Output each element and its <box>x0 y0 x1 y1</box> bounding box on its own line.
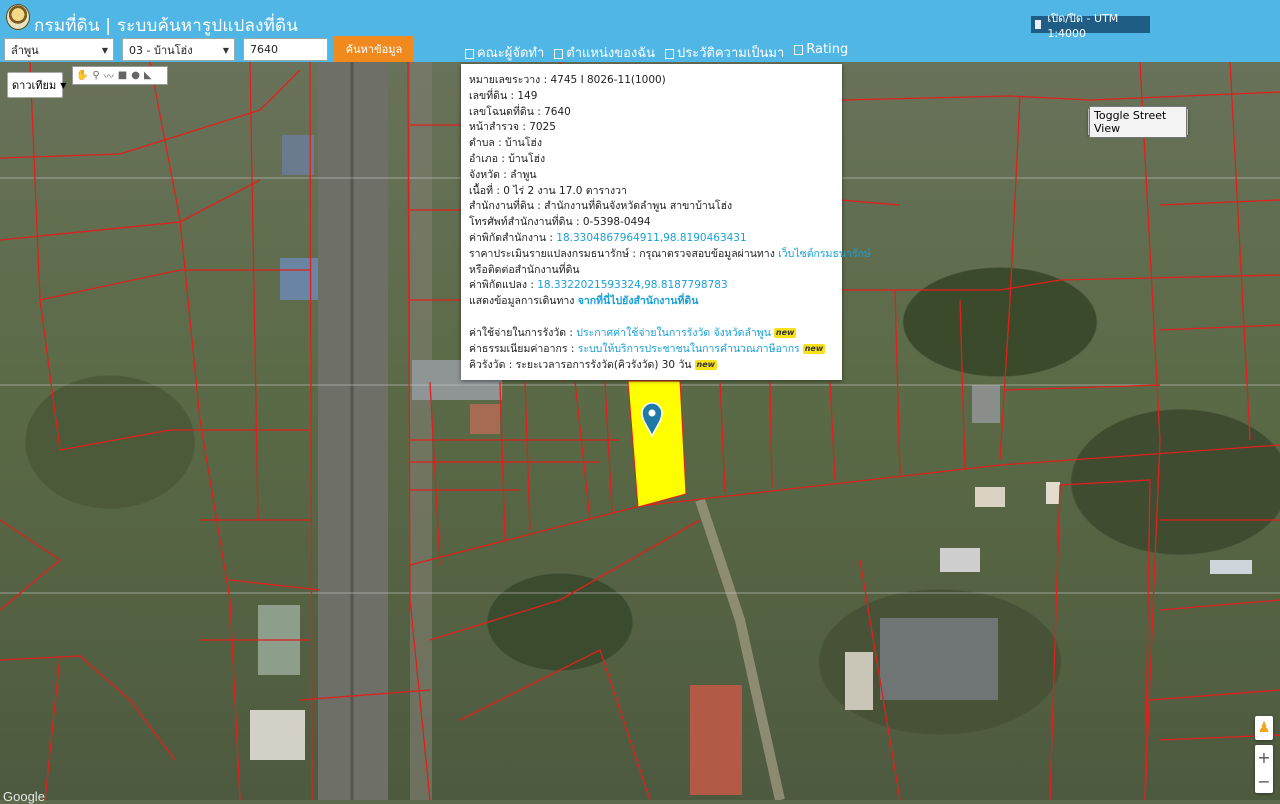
survey-queue-text: คิวรังวัด : ระยะเวลารอการรังวัด(คิวรังวั… <box>469 358 692 371</box>
survey-fee-link[interactable]: ประกาศค่าใช้จ่ายในการรังวัด จังหวัดลำพูน <box>576 327 771 339</box>
nav-item-label: ตำแหน่งของฉัน <box>566 46 656 61</box>
polygon-icon[interactable]: ◣ <box>144 70 152 81</box>
province-select-value: ลำพูน <box>11 43 39 57</box>
subdistrict: ตำบล : บ้านโฮ่ง <box>469 137 542 150</box>
map-canvas[interactable]: หมายเลขระวาง : 4745 I 8026-11(1000) เลขท… <box>0 62 1280 800</box>
tax-calculator-link[interactable]: ระบบให้บริการประชาชนในการคำนวณภาษีอากร <box>578 343 800 355</box>
survey-page: หน้าสำรวจ : 7025 <box>469 121 556 134</box>
building <box>1046 482 1060 504</box>
deed-number: เลขโฉนดที่ดิน : 7640 <box>469 105 571 118</box>
selected-parcel[interactable] <box>627 380 687 508</box>
building <box>250 710 305 760</box>
zoom-control: + − <box>1255 745 1273 793</box>
office-phone: โทรศัพท์สำนักงานที่ดิน : 0-5398-0494 <box>469 216 651 229</box>
nav-item-label: คณะผู้จัดทำ <box>477 46 545 61</box>
app-header: กรมที่ดิน | ระบบค้นหารูปแปลงที่ดิน เปิด/… <box>0 0 1280 62</box>
department-logo-icon <box>6 4 30 30</box>
building <box>280 258 318 300</box>
google-logo: Google <box>3 789 45 804</box>
building <box>940 548 980 572</box>
office-coordinates-link[interactable]: 18.3304867964911,98.8190463431 <box>556 232 746 244</box>
new-badge: new <box>773 327 797 338</box>
deed-number-value: 7640 <box>250 43 278 56</box>
nav-links: คณะผู้จัดทำ ตำแหน่งของฉัน ประวัติความเป็… <box>465 42 848 63</box>
drawing-toolbar: ✋ ⚲ 〰 ■ ● ◣ <box>72 66 168 85</box>
land-office: สำนักงานที่ดิน : สำนักงานที่ดินจังหวัดลำ… <box>469 200 733 213</box>
tax-fee: ค่าธรรมเนียมค่าอากร : ระบบให้บริการประชา… <box>469 342 842 358</box>
chevron-down-icon: ▼ <box>60 80 67 90</box>
sheet-number: หมายเลขระวาง : 4745 I 8026-11(1000) <box>469 74 666 86</box>
nav-item-history[interactable]: ประวัติความเป็นมา <box>665 42 784 63</box>
marker-icon[interactable]: ⚲ <box>92 70 99 81</box>
service-road <box>410 62 432 800</box>
checkbox-icon <box>665 48 675 59</box>
utm-toggle-label: เปิด/ปิด - UTM 1:4000 <box>1047 12 1119 40</box>
survey-fee: ค่าใช้จ่ายในการรังวัด : ประกาศค่าใช้จ่าย… <box>469 326 842 342</box>
office-coordinates: ค่าพิกัดสำนักงาน : 18.3304867964911,98.8… <box>469 231 842 247</box>
tax-fee-label: ค่าธรรมเนียมค่าอากร : <box>469 342 578 355</box>
land-number: เลขที่ดิน : 149 <box>469 89 538 102</box>
nav-item-rating[interactable]: Rating <box>794 42 848 63</box>
search-button[interactable]: ค้นหาข้อมูล <box>334 36 414 62</box>
map-type-select[interactable]: ดาวเทียม ▼ <box>7 72 67 98</box>
checkbox-icon <box>794 44 804 55</box>
province: จังหวัด : ลำพูน <box>469 168 537 181</box>
treasury-website-link[interactable]: เว็บไซต์กรมธนารักษ์ <box>778 248 871 260</box>
new-badge: new <box>802 343 826 354</box>
circle-icon[interactable]: ● <box>131 70 140 81</box>
district: อำเภอ : บ้านโฮ่ง <box>469 152 546 165</box>
nav-item-label: ประวัติความเป็นมา <box>677 46 785 61</box>
checkbox-icon[interactable] <box>1035 20 1042 29</box>
building <box>470 404 500 434</box>
parcel-info-popup: หมายเลขระวาง : 4745 I 8026-11(1000) เลขท… <box>461 64 871 380</box>
app-title: กรมที่ดิน | ระบบค้นหารูปแปลงที่ดิน <box>34 16 299 36</box>
utm-toggle[interactable]: เปิด/ปิด - UTM 1:4000 <box>1031 12 1150 40</box>
appraisal-price-label: ราคาประเมินรายแปลงกรมธนารักษ์ : กรุณาตรว… <box>469 247 779 260</box>
rectangle-icon[interactable]: ■ <box>118 70 127 81</box>
survey-fee-label: ค่าใช้จ่ายในการรังวัด : <box>469 326 577 339</box>
building <box>972 385 1000 423</box>
checkbox-icon <box>465 48 474 59</box>
nav-item-label: Rating <box>806 42 849 57</box>
map-type-value: ดาวเทียม <box>12 79 57 92</box>
building <box>282 135 314 175</box>
contact-office: หรือติดต่อสำนักงานที่ดิน <box>469 263 580 276</box>
toggle-street-view-label: Toggle Street View <box>1089 106 1187 138</box>
district-select-value: 03 - บ้านโฮ่ง <box>129 43 193 57</box>
pegman-icon[interactable]: ♟ <box>1255 716 1273 740</box>
checkbox-icon <box>554 48 564 59</box>
parcel-coordinates: ค่าพิกัดแปลง : 18.3322021593324,98.81877… <box>469 278 842 294</box>
deed-number-input[interactable]: 7640 <box>243 38 328 61</box>
new-badge: new <box>694 359 718 370</box>
office-coordinates-label: ค่าพิกัดสำนักงาน : <box>469 231 557 244</box>
area: เนื้อที่ : 0 ไร่ 2 งาน 17.0 ตารางวา <box>469 184 627 197</box>
building <box>975 487 1005 507</box>
survey-queue: คิวรังวัด : ระยะเวลารอการรังวัด(คิวรังวั… <box>469 358 842 374</box>
polyline-icon[interactable]: 〰 <box>104 68 114 83</box>
building <box>845 652 873 710</box>
province-select[interactable]: ลำพูน ▼ <box>4 38 114 61</box>
parcel-coordinates-label: ค่าพิกัดแปลง : <box>469 279 538 292</box>
nav-item-team[interactable]: คณะผู้จัดทำ <box>465 42 544 63</box>
zoom-out-button[interactable]: − <box>1255 769 1273 793</box>
chevron-down-icon: ▼ <box>101 46 108 55</box>
building <box>1210 560 1252 574</box>
route-info: แสดงข้อมูลการเดินทาง จากที่นี่ไปยังสำนัก… <box>469 294 842 310</box>
district-select[interactable]: 03 - บ้านโฮ่ง ▼ <box>122 38 235 61</box>
toggle-street-view-button[interactable]: Toggle Street View <box>1088 106 1188 138</box>
parcel-coordinates-link[interactable]: 18.3322021593324,98.8187798783 <box>537 279 727 291</box>
building <box>880 618 998 700</box>
chevron-down-icon: ▼ <box>222 46 229 55</box>
route-to-office-link[interactable]: จากที่นี่ไปยังสำนักงานที่ดิน <box>578 295 699 307</box>
appraisal-price: ราคาประเมินรายแปลงกรมธนารักษ์ : กรุณาตรว… <box>469 247 871 263</box>
zoom-in-button[interactable]: + <box>1255 745 1273 769</box>
hand-icon[interactable]: ✋ <box>76 70 88 81</box>
route-info-label: แสดงข้อมูลการเดินทาง <box>469 295 578 308</box>
building <box>690 685 742 795</box>
nav-item-my-location[interactable]: ตำแหน่งของฉัน <box>554 42 655 63</box>
